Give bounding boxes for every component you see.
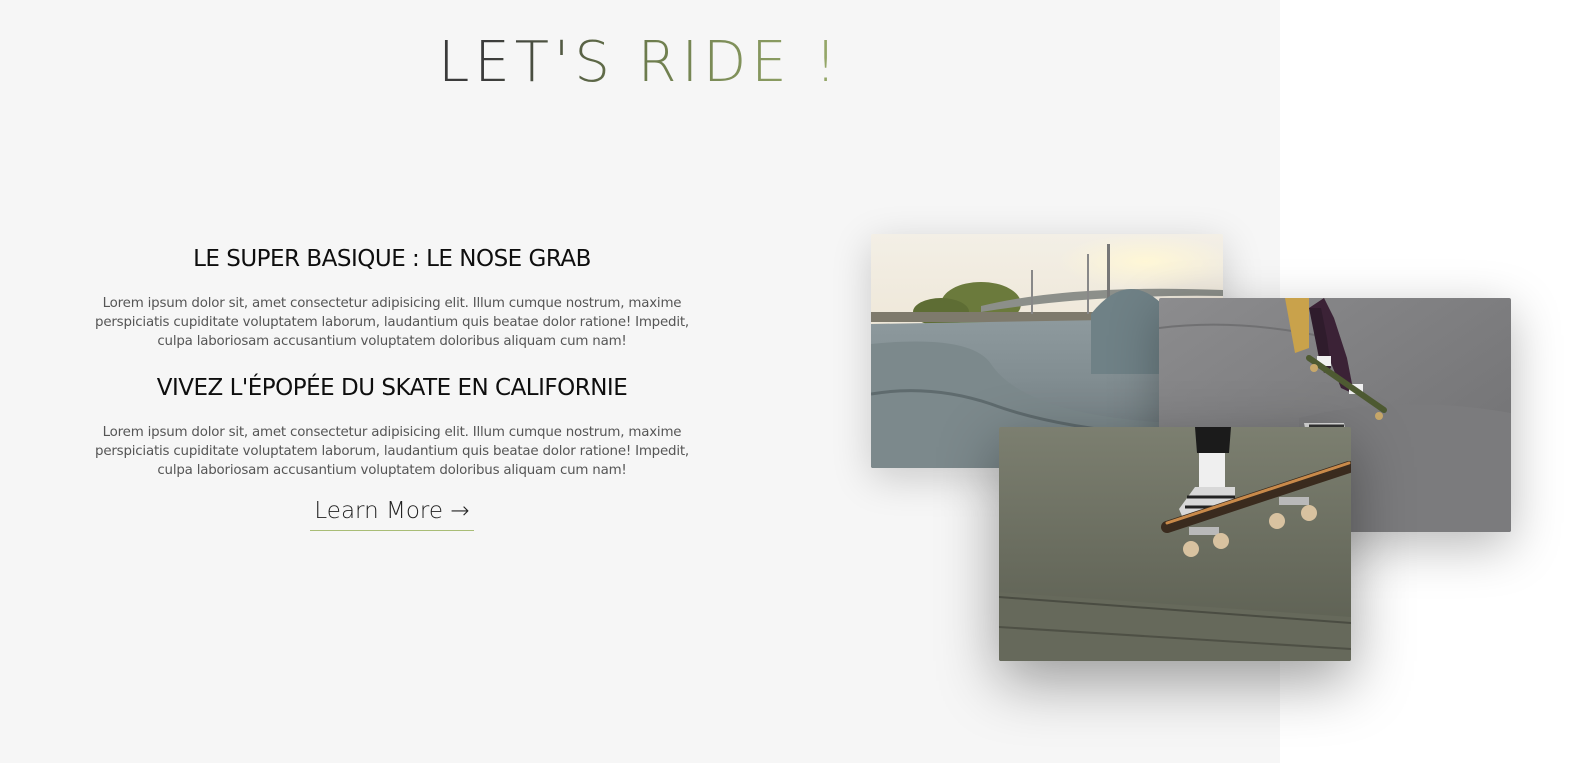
section-paragraph: Lorem ipsum dolor sit, amet consectetur … [95,425,689,478]
section-california: VIVEZ L'ÉPOPÉE DU SKATE EN CALIFORNIE Lo… [82,373,702,480]
section-heading: VIVEZ L'ÉPOPÉE DU SKATE EN CALIFORNIE [156,375,628,401]
page: LET'S RIDE ! LE SUPER BASIQUE : LE NOSE … [0,0,1580,763]
section-heading: LE SUPER BASIQUE : LE NOSE GRAB [193,246,591,272]
section-nose-grab: LE SUPER BASIQUE : LE NOSE GRAB Lorem ip… [82,244,702,351]
skateboard-ollie-photo [999,427,1351,661]
hero-title: LET'S RIDE ! [0,28,1280,98]
text-column: LE SUPER BASIQUE : LE NOSE GRAB Lorem ip… [82,244,702,531]
learn-more-link[interactable]: Learn More → [310,494,474,531]
section-paragraph: Lorem ipsum dolor sit, amet consectetur … [95,296,689,349]
